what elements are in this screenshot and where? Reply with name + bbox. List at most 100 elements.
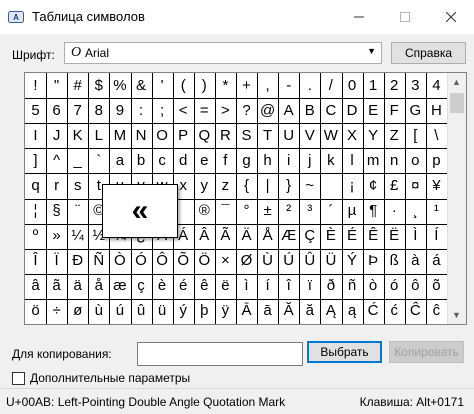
char-cell[interactable]: Ç	[299, 225, 320, 247]
char-cell[interactable]: È	[320, 225, 341, 247]
char-cell[interactable]: j	[299, 149, 320, 171]
char-cell[interactable]: -	[278, 74, 299, 96]
char-cell[interactable]: n	[384, 149, 405, 171]
char-cell[interactable]: |	[257, 174, 278, 196]
char-cell[interactable]: Ó	[131, 250, 152, 272]
char-cell[interactable]: Ù	[257, 250, 278, 272]
char-cell[interactable]: z	[215, 174, 236, 196]
char-cell[interactable]: ÿ	[215, 300, 236, 322]
char-cell[interactable]: m	[363, 149, 384, 171]
char-cell[interactable]: ó	[384, 275, 405, 297]
char-cell[interactable]: Ë	[384, 225, 405, 247]
char-cell[interactable]: g	[236, 149, 257, 171]
char-cell[interactable]: í	[257, 275, 278, 297]
scrollbar-thumb[interactable]	[450, 93, 464, 113]
char-cell[interactable]: a	[109, 149, 130, 171]
char-cell[interactable]: £	[384, 174, 405, 196]
char-cell[interactable]: æ	[109, 275, 130, 297]
char-cell[interactable]: O	[152, 124, 173, 146]
char-cell[interactable]: Ć	[363, 300, 384, 322]
char-cell[interactable]: ¶	[363, 200, 384, 222]
char-cell[interactable]: é	[173, 275, 194, 297]
char-cell[interactable]: Q	[194, 124, 215, 146]
char-cell[interactable]: è	[152, 275, 173, 297]
char-cell[interactable]: C	[320, 99, 341, 121]
char-cell[interactable]: 6	[46, 99, 67, 121]
char-cell[interactable]: P	[173, 124, 194, 146]
char-cell[interactable]: Ï	[46, 250, 67, 272]
grid-scrollbar[interactable]: ▲ ▼	[447, 73, 466, 324]
char-cell[interactable]: ß	[384, 250, 405, 272]
char-cell[interactable]: X	[342, 124, 363, 146]
char-cell[interactable]: S	[236, 124, 257, 146]
minimize-button[interactable]	[336, 0, 382, 34]
char-cell[interactable]: c	[152, 149, 173, 171]
char-cell[interactable]: ¤	[405, 174, 426, 196]
char-cell[interactable]: Ã	[215, 225, 236, 247]
char-cell[interactable]: W	[320, 124, 341, 146]
char-cell[interactable]: â	[25, 275, 46, 297]
char-cell[interactable]: R	[215, 124, 236, 146]
char-cell[interactable]: ;	[152, 99, 173, 121]
char-cell[interactable]: '	[152, 74, 173, 96]
char-cell[interactable]: Ă	[278, 300, 299, 322]
char-cell[interactable]: i	[278, 149, 299, 171]
char-cell[interactable]: ö	[25, 300, 46, 322]
char-cell[interactable]: Þ	[363, 250, 384, 272]
char-cell[interactable]: [	[405, 124, 426, 146]
char-cell[interactable]: A	[278, 99, 299, 121]
char-cell[interactable]: )	[194, 74, 215, 96]
char-cell[interactable]: M	[109, 124, 130, 146]
char-cell[interactable]: Õ	[173, 250, 194, 272]
char-cell[interactable]: .	[299, 74, 320, 96]
char-cell[interactable]: @	[257, 99, 278, 121]
char-cell[interactable]: r	[46, 174, 67, 196]
char-cell[interactable]: ]	[25, 149, 46, 171]
char-cell[interactable]: K	[67, 124, 88, 146]
char-cell[interactable]: d	[173, 149, 194, 171]
char-cell[interactable]: Ä	[236, 225, 257, 247]
char-cell[interactable]: É	[342, 225, 363, 247]
char-cell[interactable]: ô	[405, 275, 426, 297]
char-cell[interactable]: !	[25, 74, 46, 96]
char-cell[interactable]: þ	[194, 300, 215, 322]
character-grid[interactable]: ! " # $% & '() * +, -./0 1 2 3 4 5 6 7 8 9:; < = >? @ A B C D E F G H…	[24, 72, 467, 325]
char-cell[interactable]: Z	[384, 124, 405, 146]
char-cell[interactable]: I	[25, 124, 46, 146]
char-cell[interactable]: ±	[257, 200, 278, 222]
char-cell[interactable]: 2	[384, 74, 405, 96]
char-cell[interactable]: á	[426, 250, 447, 272]
char-cell[interactable]: Ą	[320, 300, 341, 322]
char-cell[interactable]: ĉ	[426, 300, 447, 322]
char-cell[interactable]: ·	[384, 200, 405, 222]
char-cell[interactable]	[320, 174, 341, 196]
char-cell[interactable]: U	[278, 124, 299, 146]
char-cell[interactable]: ø	[67, 300, 88, 322]
char-cell[interactable]: 9	[109, 99, 130, 121]
char-cell[interactable]: ÷	[46, 300, 67, 322]
char-cell[interactable]: Ö	[194, 250, 215, 272]
char-cell[interactable]: $	[88, 74, 109, 96]
char-cell[interactable]: Ô	[152, 250, 173, 272]
char-cell[interactable]: »	[46, 225, 67, 247]
char-cell[interactable]: {	[236, 174, 257, 196]
char-cell[interactable]: Ê	[363, 225, 384, 247]
char-cell[interactable]: ă	[299, 300, 320, 322]
char-cell[interactable]: :	[131, 99, 152, 121]
char-cell[interactable]: 3	[405, 74, 426, 96]
help-button[interactable]: Справка	[391, 42, 466, 64]
char-cell[interactable]: Ò	[109, 250, 130, 272]
char-cell[interactable]: Ü	[320, 250, 341, 272]
char-cell[interactable]: ~	[299, 174, 320, 196]
char-cell[interactable]: å	[88, 275, 109, 297]
char-cell[interactable]: ç	[131, 275, 152, 297]
copy-input[interactable]	[137, 342, 303, 366]
char-cell[interactable]: Â	[194, 225, 215, 247]
advanced-options-toggle[interactable]: Дополнительные параметры	[12, 371, 190, 385]
char-cell[interactable]: G	[405, 99, 426, 121]
char-cell[interactable]: T	[257, 124, 278, 146]
char-cell[interactable]: N	[131, 124, 152, 146]
char-cell[interactable]: /	[320, 74, 341, 96]
scroll-down-icon[interactable]: ▼	[452, 310, 461, 320]
char-cell[interactable]: D	[342, 99, 363, 121]
